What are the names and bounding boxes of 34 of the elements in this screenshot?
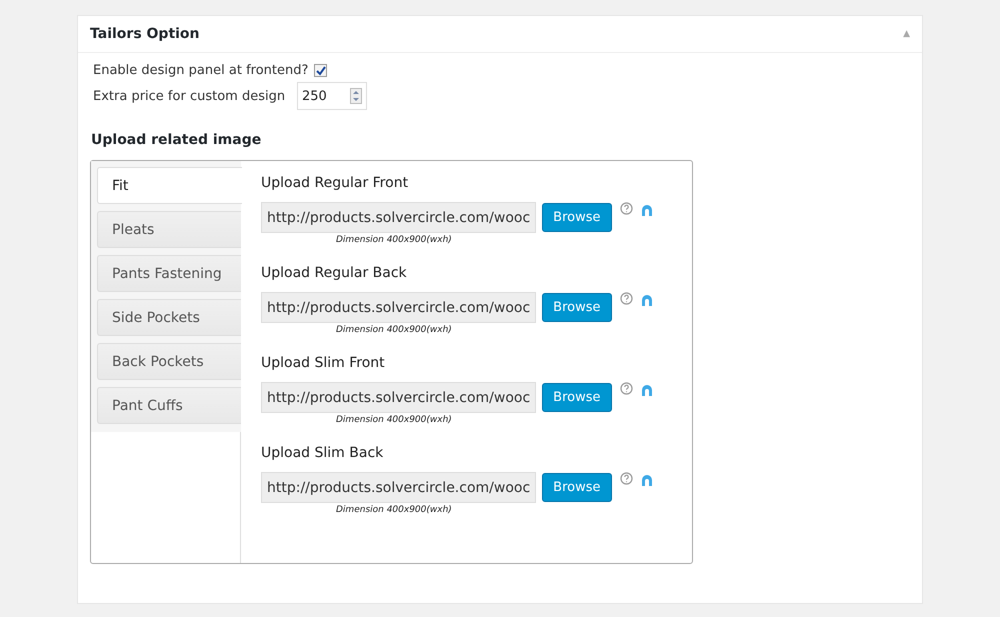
tab[interactable]: Back Pockets — [97, 343, 241, 380]
url-field[interactable]: http://products.solvercircle.com/wooc — [261, 292, 536, 323]
browse-button[interactable]: Browse — [542, 293, 612, 322]
browse-button[interactable]: Browse — [542, 383, 612, 412]
dimension-hint: Dimension 400x900(wxh) — [336, 505, 453, 515]
panel-title: Tailors Option — [90, 26, 200, 42]
help-icon[interactable] — [620, 382, 632, 395]
checkbox[interactable] — [314, 64, 328, 77]
upload-label: Upload Regular Front — [261, 175, 410, 191]
section-title: Upload related image — [91, 132, 262, 148]
spinner-icon[interactable] — [350, 88, 362, 104]
setting-label: Enable design panel at frontend? — [93, 63, 308, 78]
dimension-hint: Dimension 400x900(wxh) — [336, 325, 453, 335]
url-field[interactable]: http://products.solvercircle.com/wooc — [261, 202, 536, 233]
browse-button[interactable]: Browse — [542, 473, 612, 502]
tab[interactable]: Pant Cuffs — [97, 387, 241, 424]
url-field[interactable]: http://products.solvercircle.com/wooc — [261, 472, 536, 503]
url-field[interactable]: http://products.solvercircle.com/wooc — [261, 382, 536, 413]
tab[interactable]: Side Pockets — [97, 299, 241, 336]
setting-label: Extra price for custom design — [93, 88, 286, 104]
tab[interactable]: Pleats — [97, 211, 241, 248]
help-icon[interactable] — [620, 202, 632, 215]
upload-label: Upload Slim Back — [261, 445, 384, 461]
dimension-hint: Dimension 400x900(wxh) — [336, 235, 453, 245]
upload-label: Upload Regular Back — [261, 265, 408, 281]
dimension-hint: Dimension 400x900(wxh) — [336, 415, 453, 425]
tab[interactable]: Fit — [97, 167, 242, 204]
help-icon[interactable] — [620, 472, 632, 485]
number-input[interactable]: 250 — [297, 82, 367, 110]
browse-button[interactable]: Browse — [542, 203, 612, 232]
tab[interactable]: Pants Fastening — [97, 255, 241, 292]
upload-label: Upload Slim Front — [261, 355, 386, 371]
help-icon[interactable] — [620, 292, 632, 305]
checkmark-icon — [316, 66, 326, 76]
